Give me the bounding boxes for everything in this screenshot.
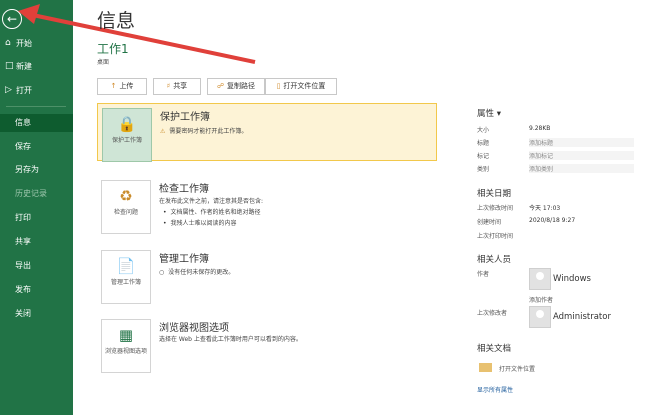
sidebar-item-open[interactable]: ▷ 打开 xyxy=(0,85,73,97)
prop-size-key: 大小 xyxy=(477,127,490,134)
browser-view-section: ▦ 浏览器视图选项 浏览器视图选项 选择在 Web 上查看此工作簿时用户可以看到… xyxy=(97,315,435,373)
sidebar-divider xyxy=(6,106,66,107)
manage-icon: 📄 xyxy=(116,257,136,275)
upload-icon: ↑ xyxy=(110,82,117,90)
open-icon: ▷ xyxy=(5,85,12,95)
lock-icon: 🔒 xyxy=(117,115,137,133)
browser-view-desc: 选择在 Web 上查看此工作簿时用户可以看到的内容。 xyxy=(159,336,302,343)
inspect-desc: 在发布此文件之前，请注意其是否包含: xyxy=(159,198,264,205)
sidebar-item-save[interactable]: 保存 xyxy=(0,141,73,152)
protect-workbook-button[interactable]: 🔒 保护工作簿 xyxy=(102,108,152,162)
page-title: 信息 xyxy=(97,10,136,32)
inspect-workbook-title: 检查工作簿 xyxy=(159,184,209,195)
manage-desc: ○ 没有任何未保存的更改。 xyxy=(159,269,235,276)
sidebar-item-info[interactable]: 信息 xyxy=(0,114,73,132)
manage-workbook-button[interactable]: 📄 管理工作簿 xyxy=(101,250,151,304)
manage-workbook-section: 📄 管理工作簿 管理工作簿 ○ 没有任何未保存的更改。 xyxy=(97,246,435,304)
sidebar-item-save-as[interactable]: 另存为 xyxy=(0,164,73,175)
inspect-icon: ♻ xyxy=(119,187,133,205)
sidebar-item-print[interactable]: 打印 xyxy=(0,212,73,223)
upload-button[interactable]: ↑ 上传 xyxy=(97,78,147,95)
related-docs-heading: 相关文档 xyxy=(477,344,512,354)
related-dates-heading: 相关日期 xyxy=(477,189,512,199)
copy-path-icon: ☍ xyxy=(216,82,225,90)
modifier-name[interactable]: Administrator xyxy=(553,312,611,322)
prop-title-field[interactable]: 添加标题 xyxy=(529,138,634,147)
sidebar-item-history[interactable]: 历史记录 xyxy=(0,188,73,199)
prop-category-key: 类别 xyxy=(477,166,490,173)
open-file-location-button[interactable]: ▯ 打开文件位置 xyxy=(265,78,337,95)
inspect-workbook-section: ♻ 检查问题 检查工作簿 在发布此文件之前，请注意其是否包含: • 文档属性、作者… xyxy=(97,176,435,236)
sidebar-item-share[interactable]: 共享 xyxy=(0,236,73,247)
author-name[interactable]: Windows xyxy=(553,274,591,284)
share-button[interactable]: ♯ 共享 xyxy=(153,78,201,95)
properties-heading[interactable]: 属性 ▾ xyxy=(477,107,501,119)
workbook-location: 桌面 xyxy=(97,59,110,66)
date-modified-value: 今天 17:03 xyxy=(529,205,561,212)
inspect-bullet-2: • 我残人士难以阅读的内容 xyxy=(163,220,237,227)
copy-path-button[interactable]: ☍ 复制路径 xyxy=(207,78,265,95)
date-created-key: 创建时间 xyxy=(477,219,502,226)
date-printed-key: 上次打印时间 xyxy=(477,233,514,240)
manage-workbook-title: 管理工作簿 xyxy=(159,254,209,265)
related-people-heading: 相关人员 xyxy=(477,255,512,265)
prop-tags-field[interactable]: 添加标记 xyxy=(529,151,634,160)
excel-globe-icon: ▦ xyxy=(118,326,134,344)
author-avatar xyxy=(529,268,551,290)
sidebar-item-export[interactable]: 导出 xyxy=(0,260,73,271)
workbook-name: 工作1 xyxy=(97,42,129,56)
browser-view-options-button[interactable]: ▦ 浏览器视图选项 xyxy=(101,319,151,373)
show-all-properties-link[interactable]: 显示所有属性 xyxy=(477,385,513,394)
prop-category-field[interactable]: 添加类别 xyxy=(529,164,634,173)
prop-tags-key: 标记 xyxy=(477,153,490,160)
open-folder-icon: ▯ xyxy=(276,82,281,90)
info-circle-icon: ○ xyxy=(159,269,165,276)
modifier-avatar xyxy=(529,306,551,328)
sidebar-item-close[interactable]: 关闭 xyxy=(0,308,73,319)
browser-view-title: 浏览器视图选项 xyxy=(159,323,229,334)
author-key: 作者 xyxy=(477,271,490,278)
prop-size-value: 9.28KB xyxy=(529,125,551,132)
inspect-bullet-1: • 文档属性、作者的姓名和绝对路径 xyxy=(163,209,261,216)
date-created-value: 2020/8/18 9:27 xyxy=(529,217,576,224)
date-modified-key: 上次修改时间 xyxy=(477,205,514,212)
protect-workbook-desc: ⚠ 需要密码才能打开此工作簿。 xyxy=(160,128,248,135)
prop-title-key: 标题 xyxy=(477,140,490,147)
check-issues-button[interactable]: ♻ 检查问题 xyxy=(101,180,151,234)
last-modified-by-key: 上次修改者 xyxy=(477,310,508,317)
folder-icon xyxy=(479,363,492,372)
open-location-link[interactable]: 打开文件位置 xyxy=(499,364,535,373)
protect-workbook-section: 🔒 保护工作簿 保护工作簿 ⚠ 需要密码才能打开此工作簿。 xyxy=(97,103,437,162)
share-icon: ♯ xyxy=(166,82,171,90)
warning-icon: ⚠ xyxy=(160,128,166,135)
add-author-link[interactable]: 添加作者 xyxy=(529,295,553,304)
sidebar-item-publish[interactable]: 发布 xyxy=(0,284,73,295)
info-pane: 信息 工作1 桌面 ↑ 上传 ♯ 共享 ☍ 复制路径 ▯ 打开文件位置 🔒 保护工作簿 … xyxy=(73,0,672,415)
protect-workbook-title: 保护工作簿 xyxy=(160,112,210,123)
